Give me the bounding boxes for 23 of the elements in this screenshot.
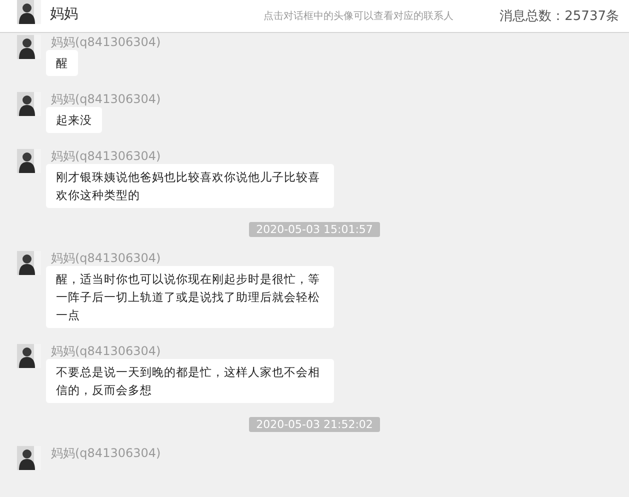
avatar-icon[interactable] [17,344,41,368]
avatar-icon[interactable] [17,92,41,116]
sender-name: 妈妈(q841306304) [51,446,161,461]
message-bubble: 醒，适当时你也可以说你现在刚起步时是很忙，等一阵子后一切上轨道了或是说找了助理后就会轻松一点 [46,266,334,328]
message-bubble: 不要总是说一天到晚的都是忙，这样人家也不会相信的，反而会多想 [46,359,334,403]
timestamp: 2020-05-03 15:01:57 [249,222,380,237]
sender-name: 妈妈(q841306304) [51,92,161,107]
sender-name: 妈妈(q841306304) [51,344,161,359]
sender-name: 妈妈(q841306304) [51,35,161,50]
sender-name: 妈妈(q841306304) [51,149,161,164]
message-bubble: 起来没 [46,107,102,133]
avatar-icon[interactable] [17,251,41,275]
message-bubble: 醒 [46,50,78,76]
avatar-icon[interactable] [17,35,41,59]
avatar-icon[interactable] [17,149,41,173]
chat-title: 妈妈 [50,6,78,22]
message-bubble: 刚才银珠姨说他爸妈也比较喜欢你说他儿子比较喜欢你这种类型的 [46,164,334,208]
sender-name: 妈妈(q841306304) [51,251,161,266]
avatar-icon[interactable] [17,0,41,24]
timestamp: 2020-05-03 21:52:02 [249,417,380,432]
message-count: 消息总数：25737条 [500,8,619,25]
avatar-icon[interactable] [17,446,41,470]
hint-text: 点击对话框中的头像可以查看对应的联系人 [263,10,454,23]
